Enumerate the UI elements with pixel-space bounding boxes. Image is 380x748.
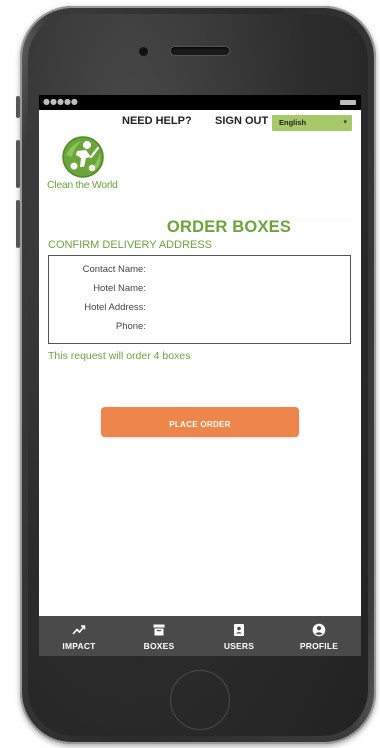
contact-name-row: Contact Name: — [49, 264, 350, 281]
earpiece-speaker — [171, 47, 229, 55]
hotel-address-row: Hotel Address: — [49, 302, 350, 319]
signal-strength-icon: ●●●●● — [43, 97, 78, 106]
archive-box-icon — [153, 624, 165, 636]
sign-out-link[interactable]: SIGN OUT — [215, 115, 268, 127]
volume-down-button — [16, 200, 20, 248]
bottom-tab-bar: IMPACT BOXES USERS PROFILE — [39, 616, 361, 656]
tab-users[interactable]: USERS — [199, 616, 279, 656]
page-subtitle: CONFIRM DELIVERY ADDRESS — [48, 239, 213, 251]
front-camera — [139, 47, 148, 56]
order-note: This request will order 4 boxes — [48, 350, 191, 362]
language-select[interactable]: English ▾ — [272, 115, 352, 131]
tab-boxes-label: BOXES — [143, 641, 175, 651]
hotel-address-label: Hotel Address: — [84, 302, 146, 313]
logo-wordmark: Clean the World — [47, 179, 118, 191]
hotel-name-row: Hotel Name: — [49, 283, 350, 300]
tab-impact[interactable]: IMPACT — [39, 616, 119, 656]
contact-name-label: Contact Name: — [82, 264, 146, 275]
home-button[interactable] — [170, 670, 230, 730]
language-selected-value: English — [279, 118, 307, 127]
hotel-name-label: Hotel Name: — [93, 283, 146, 294]
blank-field — [267, 196, 357, 219]
tab-boxes[interactable]: BOXES — [119, 616, 199, 656]
account-circle-icon — [312, 623, 326, 637]
trending-up-icon — [72, 625, 86, 635]
volume-up-button — [16, 140, 20, 188]
chevron-down-icon: ▾ — [343, 119, 347, 126]
delivery-address-box: Contact Name: Hotel Name: Hotel Address:… — [48, 255, 351, 344]
app-screen: ●●●●● NEED HELP? SIGN OUT English ▾ Clea… — [39, 95, 361, 656]
place-order-label: PLACE ORDER — [169, 419, 231, 429]
phone-row: Phone: — [49, 321, 350, 338]
place-order-button[interactable]: PLACE ORDER — [101, 407, 299, 437]
phone-label: Phone: — [115, 321, 146, 332]
battery-icon — [340, 100, 356, 105]
need-help-link[interactable]: NEED HELP? — [122, 115, 192, 127]
tab-profile-label: PROFILE — [299, 641, 339, 651]
status-bar: ●●●●● — [39, 95, 361, 110]
mute-switch — [16, 96, 20, 118]
clean-the-world-logo: Clean the World — [47, 133, 127, 195]
contact-card-icon — [234, 624, 244, 636]
logo-globe-icon — [62, 136, 104, 178]
tab-impact-label: IMPACT — [62, 641, 96, 651]
tab-profile[interactable]: PROFILE — [279, 616, 359, 656]
page-title: ORDER BOXES — [166, 218, 292, 236]
tab-users-label: USERS — [223, 641, 255, 651]
